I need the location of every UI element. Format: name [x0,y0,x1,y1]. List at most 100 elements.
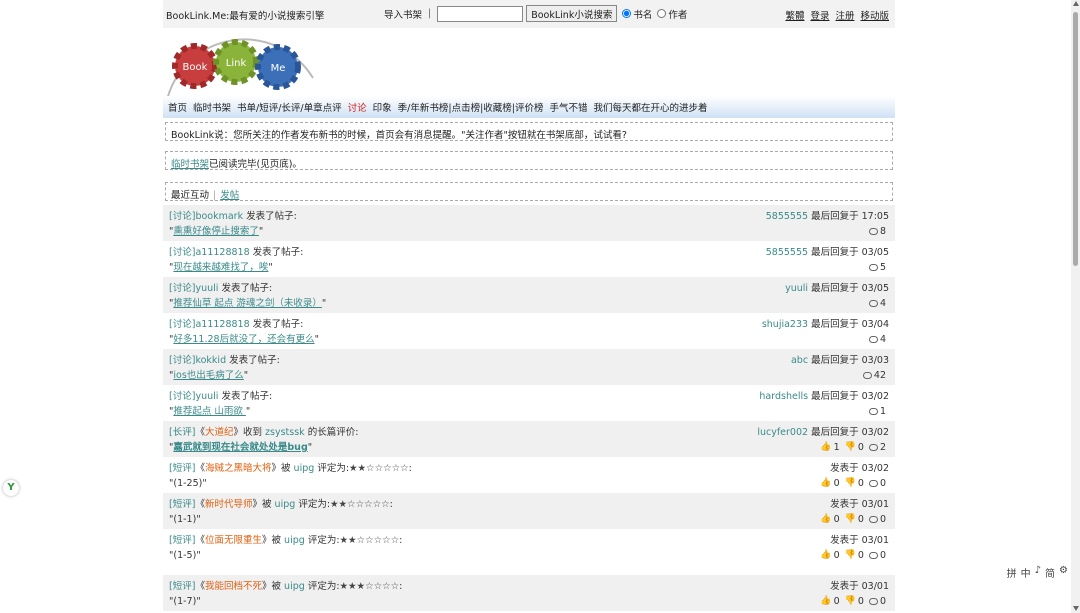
scrollbar-thumb[interactable] [1073,12,1078,266]
radio-author-input[interactable] [657,9,667,18]
reviewer-link[interactable]: uipg [284,581,305,592]
book-title-link[interactable]: 海贼之黑暗大将 [205,463,272,474]
post-title-link[interactable]: 熏熏好像停止搜索了 [173,226,259,237]
tab-recent[interactable]: 最近互动 [171,190,209,201]
author-link[interactable]: bookmark [195,211,243,222]
upvote-count: 0 [833,478,840,489]
thumb-up-icon[interactable]: 👍 [820,476,831,491]
reply-user-link[interactable]: yuuli [785,283,808,294]
reply-user-link[interactable]: 5855555 [766,247,808,258]
downvote-count: 0 [857,478,864,489]
nav-lists-reviews[interactable]: 书单/短评/长评/单章点评 [237,100,342,114]
category-link[interactable]: [长评] [169,427,195,438]
review-title-link[interactable]: 嘉武就到现在社会就处处是bug [173,442,307,453]
thumb-down-icon[interactable]: 👎 [845,594,856,609]
book-title-link[interactable]: 大道纪 [205,427,234,438]
vertical-scrollbar[interactable] [1071,0,1080,613]
traditional-link[interactable]: 繁體 [785,8,804,22]
floating-badge[interactable]: Y [3,480,19,496]
scroll-down-icon[interactable] [1073,606,1079,611]
reply-user-link[interactable]: hardshells [759,391,808,402]
nav-progress[interactable]: 我们每天都在开心的进步着 [594,100,708,114]
login-link[interactable]: 登录 [810,8,829,22]
thumb-up-icon[interactable]: 👍 [820,512,831,527]
nav-impression[interactable]: 印象 [373,100,392,114]
thumb-down-icon[interactable]: 👎 [845,512,856,527]
author-link[interactable]: zsystssk [265,427,305,438]
post-title-link[interactable]: ios也出毛病了么 [173,370,243,381]
post-title-link[interactable]: 推荐仙草 起点 游魂之剑（未收录） [173,298,322,309]
mobile-link[interactable]: 移动版 [860,8,889,22]
thumb-up-icon[interactable]: 👍 [820,594,831,609]
reply-user-link[interactable]: 5855555 [766,211,808,222]
nav-lucky[interactable]: 手气不错 [549,100,587,114]
reviewer-link[interactable]: uipg [275,499,296,510]
comment-count[interactable]: 0 [880,512,886,527]
author-link[interactable]: kokkid [195,355,226,366]
comment-count[interactable]: 5 [880,260,886,275]
reply-user-link[interactable]: lucyfer002 [757,427,808,438]
comment-count[interactable]: 4 [880,296,886,311]
thumb-up-icon[interactable]: 👍 [820,440,831,455]
category-link[interactable]: [短评] [169,581,195,592]
post-title-link[interactable]: 好多11.28后就没了，还会有更么 [173,334,314,345]
ime-settings-icon[interactable]: ⚙ [1059,565,1068,580]
reply-user-link[interactable]: abc [791,355,808,366]
ime-chinese-icon[interactable]: 中 [1021,565,1031,580]
book-title-link[interactable]: 位面无限重生 [205,535,262,546]
radio-bookname[interactable]: 书名 [620,7,652,21]
import-bookshelf-link[interactable]: 导入书架 [384,7,422,21]
search-button[interactable]: BookLink小说搜索 [526,5,618,22]
comment-count[interactable]: 0 [880,476,886,491]
thumb-down-icon[interactable]: 👎 [845,440,856,455]
author-link[interactable]: a11128818 [195,247,249,258]
category-link[interactable]: [短评] [169,463,195,474]
nav-home[interactable]: 首页 [168,100,187,114]
register-link[interactable]: 注册 [835,8,854,22]
search-input[interactable] [437,5,524,22]
logo-word-book: Book [183,62,208,73]
radio-bookname-input[interactable] [622,9,632,18]
ime-sound-icon[interactable]: ♪ [1035,565,1041,580]
book-title-link[interactable]: 新时代导师 [205,499,253,510]
comment-count[interactable]: 0 [880,548,886,563]
author-link[interactable]: yuuli [195,283,218,294]
category-link[interactable]: [讨论] [169,355,195,366]
category-link[interactable]: [讨论] [169,319,195,330]
reviewer-link[interactable]: uipg [294,463,315,474]
ime-pinyin-icon[interactable]: 拼 [1007,565,1017,580]
comment-count[interactable]: 2 [880,440,886,455]
nav-discussion[interactable]: 讨论 [348,100,367,114]
comment-count[interactable]: 8 [880,224,886,239]
post-title-link[interactable]: 推荐起点 山雨欲 [173,406,246,417]
category-link[interactable]: [讨论] [169,247,195,258]
category-link[interactable]: [短评] [169,499,195,510]
thumb-up-icon[interactable]: 👍 [820,548,831,563]
thumb-down-icon[interactable]: 👎 [845,548,856,563]
category-link[interactable]: [讨论] [169,211,195,222]
comment-count[interactable]: 0 [880,594,886,609]
temp-shelf-link[interactable]: 临时书架 [171,159,209,170]
author-link[interactable]: a11128818 [195,319,249,330]
scroll-up-icon[interactable] [1073,1,1079,6]
post-title-link[interactable]: 现在越来越难找了，唉 [173,262,268,273]
site-logo[interactable]: Book Link Me [163,28,895,101]
ime-simplified-icon[interactable]: 简 [1045,565,1055,580]
category-label: 短评 [172,499,192,510]
thumb-down-icon[interactable]: 👎 [845,476,856,491]
category-link[interactable]: [讨论] [169,283,195,294]
comment-count[interactable]: 42 [874,368,886,383]
category-link[interactable]: [短评] [169,535,195,546]
radio-author[interactable]: 作者 [655,7,687,21]
category-link[interactable]: [讨论] [169,391,195,402]
nav-rankings[interactable]: 季/年新书榜|点击榜|收藏榜|评价榜 [398,100,544,114]
comment-count[interactable]: 1 [880,404,886,419]
reviewer-link[interactable]: uipg [284,535,305,546]
category-label: 短评 [172,463,192,474]
nav-temp-shelf[interactable]: 临时书架 [193,100,231,114]
book-title-link[interactable]: 我能回档不死 [205,581,262,592]
comment-count[interactable]: 4 [880,332,886,347]
author-link[interactable]: yuuli [195,391,218,402]
reply-user-link[interactable]: shujia233 [762,319,808,330]
tab-post[interactable]: 发帖 [220,190,239,201]
